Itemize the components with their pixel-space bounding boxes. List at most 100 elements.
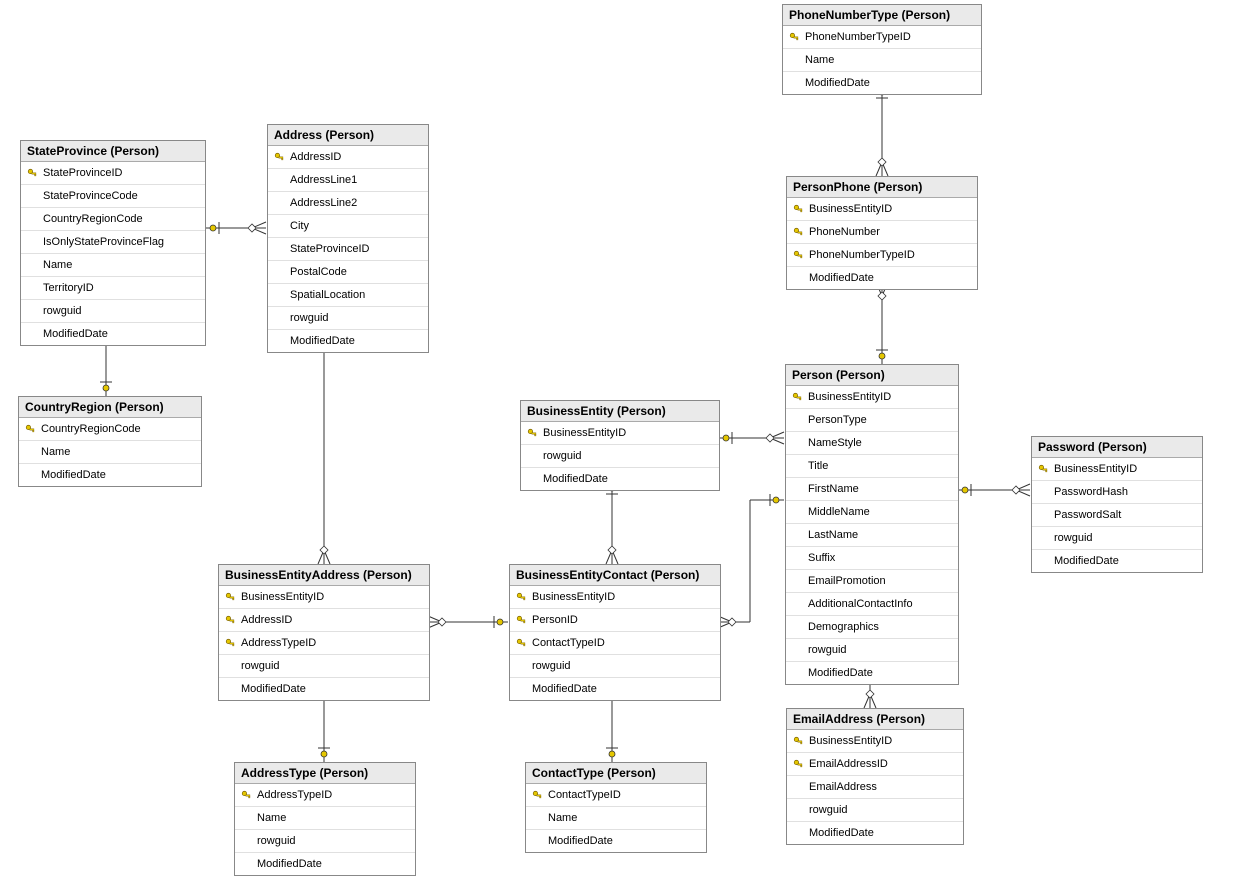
- column-row[interactable]: ModifiedDate: [1032, 550, 1202, 572]
- column-row[interactable]: Title: [786, 455, 958, 478]
- entity-password[interactable]: Password (Person)BusinessEntityIDPasswor…: [1031, 436, 1203, 573]
- column-name: rowguid: [241, 659, 280, 673]
- column-name: ModifiedDate: [809, 826, 874, 840]
- column-row[interactable]: BusinessEntityID: [1032, 458, 1202, 481]
- column-row[interactable]: ModifiedDate: [219, 678, 429, 700]
- column-row[interactable]: AddressTypeID: [235, 784, 415, 807]
- column-row[interactable]: FirstName: [786, 478, 958, 501]
- column-row[interactable]: PostalCode: [268, 261, 428, 284]
- entity-businessentitycontact[interactable]: BusinessEntityContact (Person)BusinessEn…: [509, 564, 721, 701]
- column-name: AddressLine2: [290, 196, 357, 210]
- entity-address[interactable]: Address (Person)AddressIDAddressLine1Add…: [267, 124, 429, 353]
- column-row[interactable]: TerritoryID: [21, 277, 205, 300]
- column-row[interactable]: rowguid: [521, 445, 719, 468]
- column-row[interactable]: ContactTypeID: [526, 784, 706, 807]
- column-row[interactable]: Name: [235, 807, 415, 830]
- entity-contacttype[interactable]: ContactType (Person)ContactTypeIDNameMod…: [525, 762, 707, 853]
- column-row[interactable]: ModifiedDate: [235, 853, 415, 875]
- column-row[interactable]: IsOnlyStateProvinceFlag: [21, 231, 205, 254]
- column-row[interactable]: rowguid: [268, 307, 428, 330]
- column-row[interactable]: SpatialLocation: [268, 284, 428, 307]
- primary-key-icon: [787, 30, 801, 44]
- column-row[interactable]: rowguid: [235, 830, 415, 853]
- column-row[interactable]: AdditionalContactInfo: [786, 593, 958, 616]
- column-row[interactable]: EmailAddress: [787, 776, 963, 799]
- entity-title: CountryRegion (Person): [19, 397, 201, 418]
- entity-title: StateProvince (Person): [21, 141, 205, 162]
- column-row[interactable]: PhoneNumberTypeID: [783, 26, 981, 49]
- column-row[interactable]: ModifiedDate: [787, 267, 977, 289]
- entity-businessentityaddress[interactable]: BusinessEntityAddress (Person)BusinessEn…: [218, 564, 430, 701]
- column-row[interactable]: MiddleName: [786, 501, 958, 524]
- entity-addresstype[interactable]: AddressType (Person)AddressTypeIDNamerow…: [234, 762, 416, 876]
- column-name: Name: [41, 445, 70, 459]
- column-row[interactable]: LastName: [786, 524, 958, 547]
- column-row[interactable]: StateProvinceID: [268, 238, 428, 261]
- column-row[interactable]: AddressTypeID: [219, 632, 429, 655]
- column-row[interactable]: ContactTypeID: [510, 632, 720, 655]
- column-row[interactable]: AddressLine2: [268, 192, 428, 215]
- column-row[interactable]: PhoneNumberTypeID: [787, 244, 977, 267]
- column-row[interactable]: ModifiedDate: [268, 330, 428, 352]
- column-row[interactable]: ModifiedDate: [787, 822, 963, 844]
- entity-phonenumbertype[interactable]: PhoneNumberType (Person)PhoneNumberTypeI…: [782, 4, 982, 95]
- column-row[interactable]: ModifiedDate: [526, 830, 706, 852]
- column-row[interactable]: BusinessEntityID: [521, 422, 719, 445]
- column-row[interactable]: ModifiedDate: [510, 678, 720, 700]
- column-row[interactable]: EmailPromotion: [786, 570, 958, 593]
- column-row[interactable]: rowguid: [786, 639, 958, 662]
- column-row[interactable]: AddressLine1: [268, 169, 428, 192]
- column-row[interactable]: BusinessEntityID: [787, 198, 977, 221]
- column-row[interactable]: Name: [783, 49, 981, 72]
- entity-person[interactable]: Person (Person)BusinessEntityIDPersonTyp…: [785, 364, 959, 685]
- column-row[interactable]: BusinessEntityID: [786, 386, 958, 409]
- column-row[interactable]: Demographics: [786, 616, 958, 639]
- column-row[interactable]: rowguid: [510, 655, 720, 678]
- column-row[interactable]: NameStyle: [786, 432, 958, 455]
- column-name: ContactTypeID: [548, 788, 621, 802]
- column-name: rowguid: [257, 834, 296, 848]
- column-row[interactable]: BusinessEntityID: [787, 730, 963, 753]
- entity-personphone[interactable]: PersonPhone (Person)BusinessEntityIDPhon…: [786, 176, 978, 290]
- column-row[interactable]: CountryRegionCode: [19, 418, 201, 441]
- column-row[interactable]: Name: [526, 807, 706, 830]
- column-row[interactable]: ModifiedDate: [19, 464, 201, 486]
- column-row[interactable]: PasswordSalt: [1032, 504, 1202, 527]
- column-row[interactable]: AddressID: [268, 146, 428, 169]
- column-name: BusinessEntityID: [543, 426, 626, 440]
- column-row[interactable]: Name: [19, 441, 201, 464]
- column-row[interactable]: rowguid: [219, 655, 429, 678]
- column-row[interactable]: ModifiedDate: [521, 468, 719, 490]
- entity-countryregion[interactable]: CountryRegion (Person)CountryRegionCode N…: [18, 396, 202, 487]
- column-row[interactable]: BusinessEntityID: [219, 586, 429, 609]
- primary-key-icon: [525, 426, 539, 440]
- primary-key-icon: [272, 150, 286, 164]
- column-row[interactable]: Suffix: [786, 547, 958, 570]
- entity-emailaddress[interactable]: EmailAddress (Person)BusinessEntityIDEma…: [786, 708, 964, 845]
- entity-stateprovince[interactable]: StateProvince (Person)StateProvinceIDSta…: [20, 140, 206, 346]
- column-row[interactable]: BusinessEntityID: [510, 586, 720, 609]
- column-row[interactable]: StateProvinceCode: [21, 185, 205, 208]
- column-row[interactable]: PersonID: [510, 609, 720, 632]
- column-row[interactable]: City: [268, 215, 428, 238]
- column-row[interactable]: rowguid: [21, 300, 205, 323]
- column-name: AddressTypeID: [241, 636, 316, 650]
- column-row[interactable]: PhoneNumber: [787, 221, 977, 244]
- column-row[interactable]: Name: [21, 254, 205, 277]
- column-row[interactable]: rowguid: [1032, 527, 1202, 550]
- column-row[interactable]: ModifiedDate: [21, 323, 205, 345]
- column-row[interactable]: AddressID: [219, 609, 429, 632]
- entity-title: BusinessEntityAddress (Person): [219, 565, 429, 586]
- column-name: rowguid: [1054, 531, 1093, 545]
- column-name: BusinessEntityID: [808, 390, 891, 404]
- column-row[interactable]: CountryRegionCode: [21, 208, 205, 231]
- column-row[interactable]: EmailAddressID: [787, 753, 963, 776]
- column-row[interactable]: ModifiedDate: [783, 72, 981, 94]
- column-row[interactable]: rowguid: [787, 799, 963, 822]
- column-row[interactable]: PasswordHash: [1032, 481, 1202, 504]
- column-name: Suffix: [808, 551, 835, 565]
- column-row[interactable]: PersonType: [786, 409, 958, 432]
- entity-businessentity[interactable]: BusinessEntity (Person)BusinessEntityIDr…: [520, 400, 720, 491]
- column-row[interactable]: StateProvinceID: [21, 162, 205, 185]
- column-row[interactable]: ModifiedDate: [786, 662, 958, 684]
